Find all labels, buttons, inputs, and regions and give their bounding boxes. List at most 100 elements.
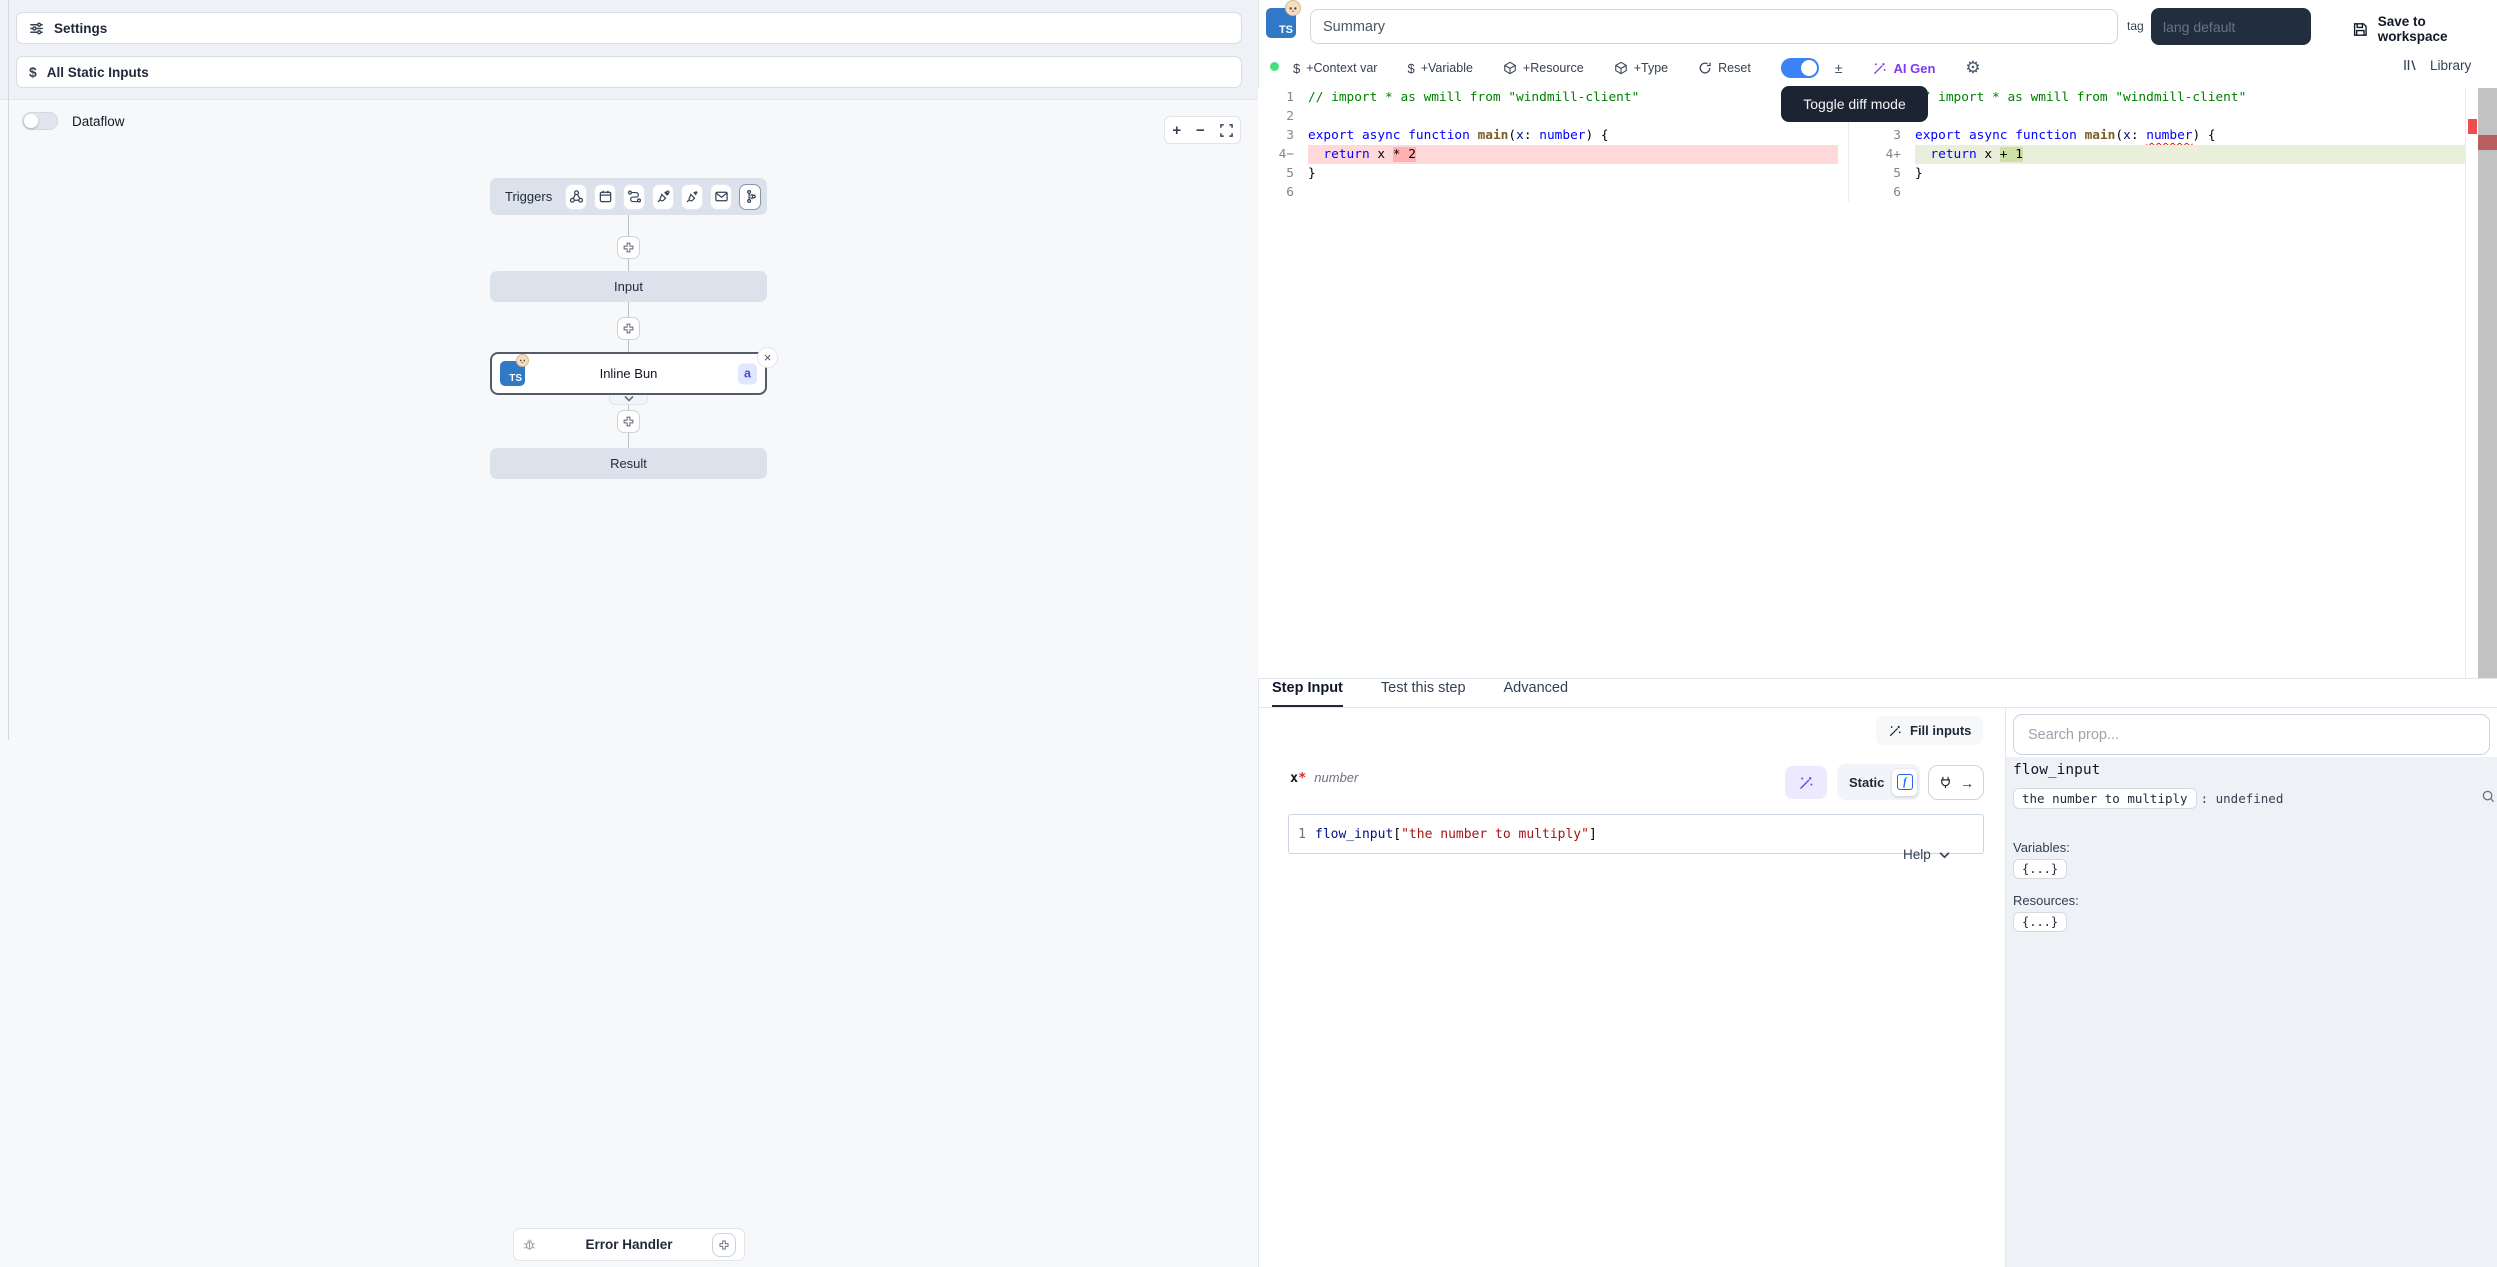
result-node[interactable]: Result xyxy=(490,448,767,479)
triggers-bar[interactable]: Triggers xyxy=(490,178,767,215)
bun-icon xyxy=(1285,0,1301,16)
input-node[interactable]: Input xyxy=(490,271,767,302)
step-id-badge: a xyxy=(738,363,757,384)
divider xyxy=(1258,707,2497,708)
expression-editor[interactable]: 1 flow_input["the number to multiply"] xyxy=(1288,814,1984,854)
plus-icon xyxy=(622,415,635,428)
library-label: Library xyxy=(2430,58,2471,73)
dataflow-toggle[interactable] xyxy=(22,112,58,130)
zoom-out-button[interactable]: − xyxy=(1196,122,1205,139)
diff-marker-red xyxy=(2478,135,2497,150)
javascript-mode-button[interactable]: f xyxy=(1892,769,1917,796)
add-error-handler-button[interactable] xyxy=(712,1233,736,1257)
kafka-icon xyxy=(743,189,758,204)
postgres-icon xyxy=(685,189,700,204)
ai-gen-button[interactable]: AI Gen xyxy=(1872,61,1935,76)
insert-step-button[interactable] xyxy=(617,317,640,340)
webhook-trigger-button[interactable] xyxy=(565,184,587,210)
help-button[interactable]: Help xyxy=(1903,847,1950,862)
typescript-icon: TS xyxy=(1266,8,1296,38)
diff-modified-pane[interactable]: 1// import * as wmill from "windmill-cli… xyxy=(1848,88,2465,202)
tab-advanced[interactable]: Advanced xyxy=(1504,680,1569,707)
reset-button[interactable]: Reset xyxy=(1698,61,1751,75)
library-button[interactable]: Library xyxy=(2402,57,2471,73)
websocket-trigger-button[interactable] xyxy=(652,184,674,210)
dollar-icon: $ xyxy=(1293,61,1300,76)
expand-icon xyxy=(1220,124,1233,137)
tab-test-this-step[interactable]: Test this step xyxy=(1381,680,1466,707)
flow-editor-panel: Settings $ All Static Inputs Dataflow + … xyxy=(0,0,1258,1267)
schedule-trigger-button[interactable] xyxy=(594,184,616,210)
step-node-inline-bun[interactable]: TS Inline Bun a xyxy=(490,352,767,395)
resources-label: Resources: xyxy=(2013,893,2079,908)
left-drawer-edge xyxy=(8,0,9,740)
fit-view-button[interactable] xyxy=(1220,124,1233,137)
add-resource-button[interactable]: +Resource xyxy=(1503,61,1584,75)
kafka-trigger-button[interactable] xyxy=(739,184,761,210)
code-line: 5} xyxy=(1849,164,2465,183)
step-lang-logo: TS xyxy=(1266,8,1296,38)
canvas-zoom-controls: + − xyxy=(1164,116,1241,144)
summary-input[interactable] xyxy=(1310,9,2118,44)
overview-ruler xyxy=(2465,88,2466,678)
search-icon[interactable] xyxy=(2481,789,2496,809)
email-trigger-button[interactable] xyxy=(710,184,732,210)
tab-step-input[interactable]: Step Input xyxy=(1272,680,1343,707)
static-mode-label: Static xyxy=(1849,775,1884,790)
chevron-down-icon xyxy=(1939,851,1950,859)
postgres-trigger-button[interactable] xyxy=(681,184,703,210)
connect-input-button[interactable]: → xyxy=(1928,765,1984,800)
wand-sparkles-icon xyxy=(1798,775,1814,791)
font-size-control[interactable]: ± xyxy=(1835,60,1843,76)
add-variable-button[interactable]: $ +Variable xyxy=(1407,61,1472,76)
dataflow-label: Dataflow xyxy=(72,114,125,129)
triggers-label: Triggers xyxy=(505,189,552,204)
sliders-icon xyxy=(29,21,44,36)
insert-step-button[interactable] xyxy=(617,410,640,433)
all-static-inputs-button[interactable]: $ All Static Inputs xyxy=(16,56,1242,88)
editor-settings-button[interactable]: ⚙ xyxy=(1965,58,1980,78)
diff-marker-red xyxy=(2468,119,2477,134)
ai-fill-button[interactable] xyxy=(1785,766,1827,799)
prop-picker-panel xyxy=(2006,757,2497,1267)
add-context-var-button[interactable]: $ +Context var xyxy=(1293,61,1377,76)
argument-row: x* number xyxy=(1290,770,1358,786)
zoom-in-button[interactable]: + xyxy=(1172,122,1181,139)
arrow-right-icon: → xyxy=(1960,775,1974,791)
diff-mode-toggle[interactable] xyxy=(1781,58,1819,78)
tag-input[interactable] xyxy=(2151,8,2311,45)
variables-chip[interactable]: {...} xyxy=(2013,859,2067,879)
email-icon xyxy=(714,189,729,204)
code-diff-editor[interactable]: 1// import * as wmill from "windmill-cli… xyxy=(1258,88,2497,678)
http-route-trigger-button[interactable] xyxy=(623,184,645,210)
save-to-workspace-button[interactable]: Save to workspace xyxy=(2352,14,2497,44)
settings-button[interactable]: Settings xyxy=(16,12,1242,44)
http-route-icon xyxy=(627,189,642,204)
input-mode-switch[interactable]: Static f xyxy=(1837,764,1920,800)
code-line: 3export async function main(x: number) { xyxy=(1262,126,1838,145)
insert-step-button[interactable] xyxy=(617,236,640,259)
fill-inputs-button[interactable]: Fill inputs xyxy=(1876,716,1983,745)
code-line: 1// import * as wmill from "windmill-cli… xyxy=(1849,88,2465,107)
prop-row: the number to multiply : undefined xyxy=(2013,788,2283,809)
error-handler-node[interactable]: Error Handler xyxy=(513,1228,745,1261)
diff-original-pane[interactable]: 1// import * as wmill from "windmill-cli… xyxy=(1262,88,1838,202)
variables-label: Variables: xyxy=(2013,840,2070,855)
code-line: 5} xyxy=(1262,164,1838,183)
resources-chip[interactable]: {...} xyxy=(2013,912,2067,932)
save-icon xyxy=(2352,21,2369,38)
package-icon xyxy=(1503,61,1517,75)
flow-input-prop[interactable]: flow_input xyxy=(2013,762,2100,778)
schedule-icon xyxy=(598,189,613,204)
tag-label: tag xyxy=(2127,19,2144,33)
websocket-icon xyxy=(656,189,671,204)
prop-chip[interactable]: the number to multiply xyxy=(2013,788,2197,809)
function-icon: f xyxy=(1897,774,1913,790)
search-prop-input[interactable] xyxy=(2013,714,2490,755)
add-type-button[interactable]: +Type xyxy=(1614,61,1668,75)
plus-icon xyxy=(622,241,635,254)
delete-step-button[interactable]: × xyxy=(757,347,778,368)
editor-scrollbar[interactable] xyxy=(2478,88,2497,678)
step-node-title: Inline Bun xyxy=(492,366,765,381)
settings-label: Settings xyxy=(54,21,107,36)
